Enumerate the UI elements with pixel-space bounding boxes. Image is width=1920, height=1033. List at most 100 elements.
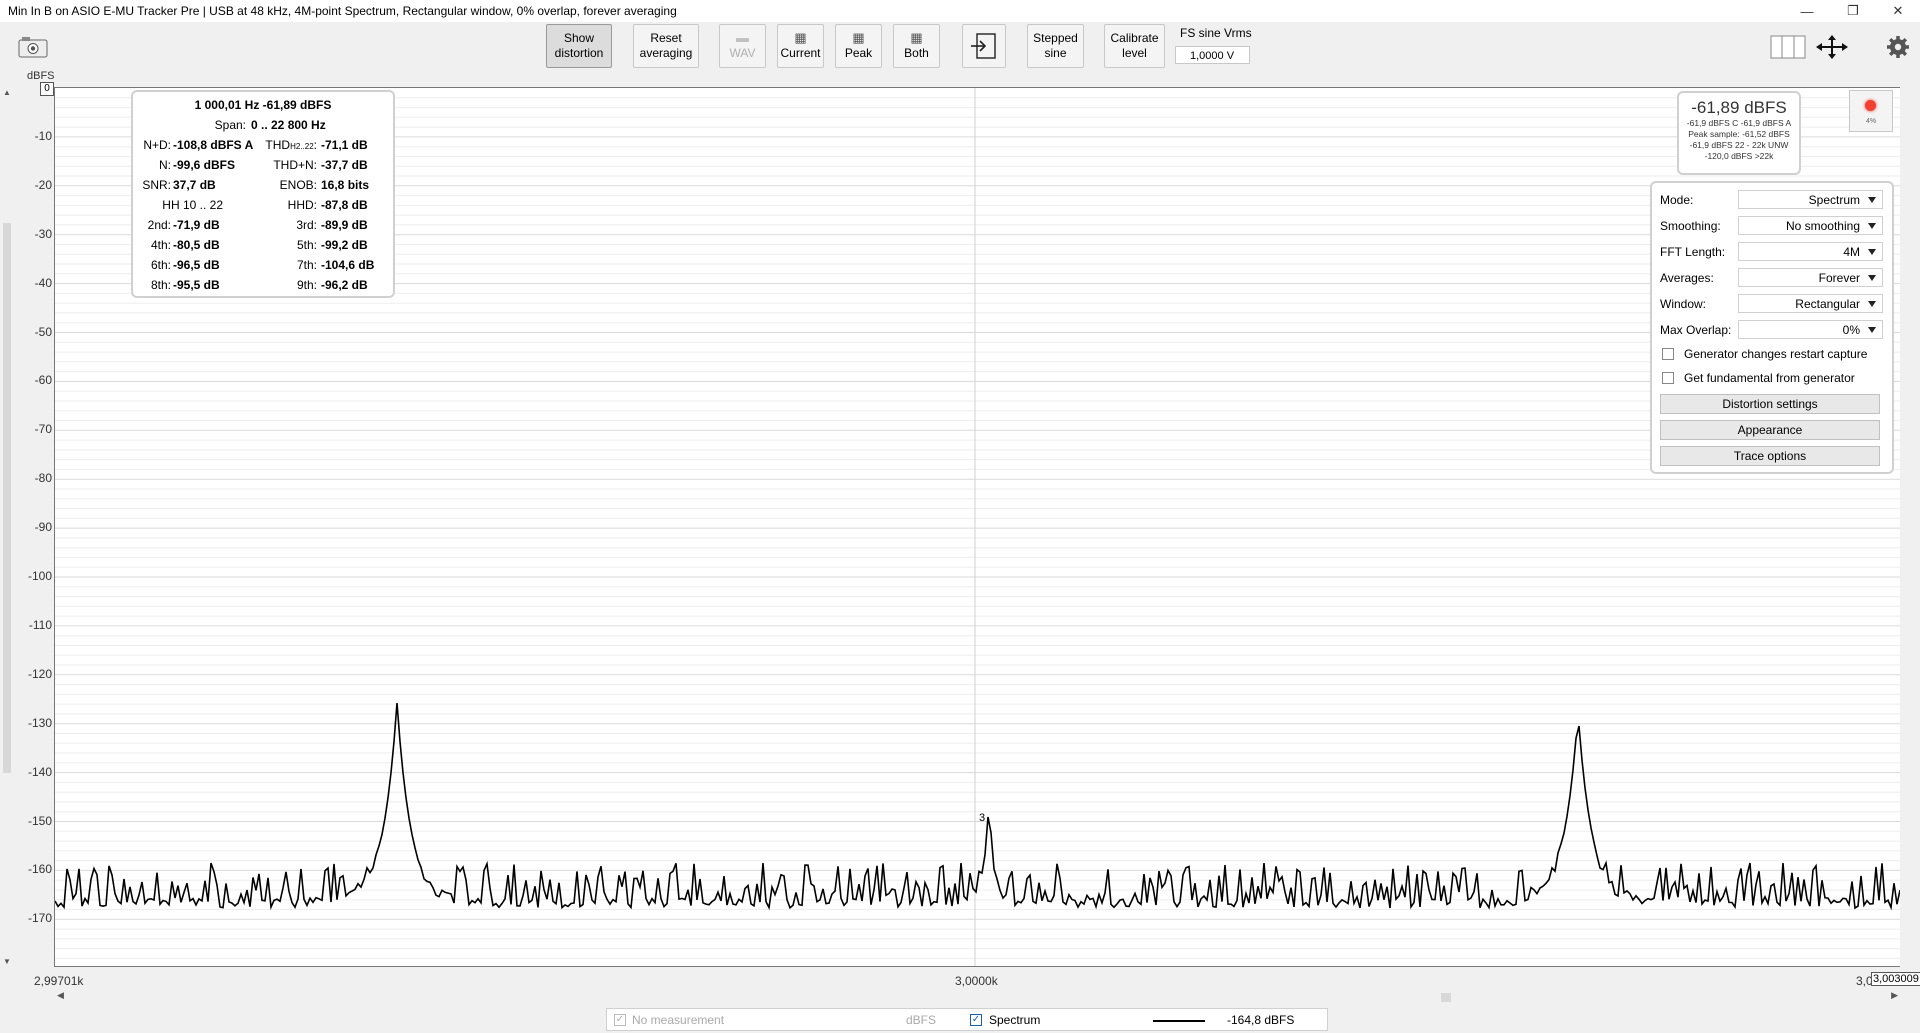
- h8-label: 8th:: [150, 278, 171, 292]
- hhd-value: -87,8 dB: [321, 198, 368, 212]
- y-tick-label: -60: [34, 373, 52, 388]
- reset-averaging-button[interactable]: Reset averaging: [633, 24, 699, 68]
- scroll-down-icon[interactable]: ▼: [3, 957, 11, 966]
- level-main-value: -61,89 dBFS: [1691, 98, 1787, 117]
- stepped-sine-button[interactable]: Stepped sine: [1027, 24, 1084, 68]
- fundamental-from-generator-checkbox[interactable]: [1662, 372, 1674, 384]
- calibrate-level-button[interactable]: Calibrate level: [1104, 24, 1165, 68]
- no-measurement-checkbox[interactable]: ✓: [614, 1014, 626, 1026]
- hhd-label: HHD:: [287, 198, 317, 212]
- scroll-right-icon[interactable]: ▶: [1891, 990, 1898, 1001]
- h5-value: -99,2 dB: [321, 238, 368, 252]
- generator-restart-checkbox[interactable]: [1662, 348, 1674, 360]
- window-label: Window:: [1660, 297, 1707, 311]
- hh-range-label: HH 10 .. 22: [162, 198, 223, 212]
- x-axis-cursor-box[interactable]: 3,003009: [1871, 972, 1920, 986]
- generator-restart-label: Generator changes restart capture: [1684, 347, 1868, 361]
- snr-value: 37,7 dB: [173, 178, 216, 192]
- y-tick-label: -150: [27, 813, 52, 828]
- appearance-button[interactable]: Appearance: [1660, 420, 1880, 440]
- y-tick-label: -30: [34, 226, 52, 241]
- max-overlap-select[interactable]: 0%: [1738, 320, 1883, 339]
- thdn-value: -37,7 dB: [321, 158, 368, 172]
- vertical-scroll-thumb[interactable]: [3, 223, 11, 773]
- import-button[interactable]: [962, 24, 1006, 68]
- h9-value: -96,2 dB: [321, 278, 368, 292]
- fundamental-header: 1 000,01 Hz -61,89 dBFS: [194, 98, 332, 112]
- h3-value: -89,9 dB: [321, 218, 368, 232]
- camera-icon[interactable]: [18, 36, 48, 58]
- level-peak-sample: Peak sample: -61,52 dBFS: [1688, 129, 1790, 139]
- legend-unit: dBFS: [906, 1013, 937, 1027]
- trace-line-sample: [1153, 1020, 1205, 1022]
- record-button[interactable]: 4%: [1849, 90, 1893, 132]
- current-button[interactable]: ▦ Current: [777, 24, 824, 68]
- h9-label: 9th:: [296, 278, 317, 292]
- fs-sine-input[interactable]: 1,0000 V: [1175, 46, 1250, 64]
- both-button[interactable]: ▦ Both: [893, 24, 940, 68]
- mode-label: Mode:: [1660, 193, 1694, 207]
- y-tick-label: -80: [34, 471, 52, 486]
- n-value: -99,6 dBFS: [173, 158, 236, 172]
- close-button[interactable]: ✕: [1876, 0, 1920, 22]
- minimize-button[interactable]: —: [1785, 0, 1829, 22]
- level-unweighted: -61,9 dBFS 22 - 22k UNW: [1689, 140, 1789, 150]
- chevron-down-icon: [1868, 197, 1876, 203]
- nd-label: N+D:: [143, 138, 171, 152]
- level-weighted: -61,9 dBFS C -61,9 dBFS A: [1686, 118, 1792, 128]
- averages-select[interactable]: Forever: [1738, 268, 1883, 287]
- level-meter: -61,89 dBFS -61,9 dBFS C -61,9 dBFS A Pe…: [1677, 91, 1801, 175]
- y-tick-label: -50: [34, 324, 52, 339]
- chevron-down-icon: [1868, 249, 1876, 255]
- span-value: 0 .. 22 800 Hz: [251, 118, 326, 132]
- smoothing-label: Smoothing:: [1660, 219, 1721, 233]
- horizontal-scroll-thumb[interactable]: [1441, 993, 1451, 1002]
- h2-label: 2nd:: [147, 218, 171, 232]
- fft-length-select[interactable]: 4M: [1738, 242, 1883, 261]
- save-icon: ▦: [910, 30, 923, 45]
- save-icon: ▦: [794, 30, 807, 45]
- trace-options-button[interactable]: Trace options: [1660, 446, 1880, 466]
- chevron-down-icon: [1868, 275, 1876, 281]
- window-select[interactable]: Rectangular: [1738, 294, 1883, 313]
- chevron-down-icon: [1868, 301, 1876, 307]
- scroll-left-icon[interactable]: ◀: [57, 990, 64, 1001]
- record-icon: [1865, 100, 1876, 111]
- fs-sine-label: FS sine Vrms: [1180, 26, 1252, 40]
- y-tick-label: -170: [27, 911, 52, 926]
- y-tick-label: -110: [28, 617, 52, 632]
- h6-value: -96,5 dB: [173, 258, 220, 272]
- restore-button[interactable]: ❐: [1831, 0, 1875, 22]
- layout-icon[interactable]: [1770, 34, 1806, 60]
- show-distortion-button[interactable]: Show distortion: [546, 24, 612, 68]
- peak-button[interactable]: ▦ Peak: [835, 24, 882, 68]
- smoothing-select[interactable]: No smoothing: [1738, 216, 1883, 235]
- nd-value: -108,8 dBFS A: [173, 138, 254, 152]
- pan-zoom-icon[interactable]: [1814, 34, 1850, 60]
- horizontal-scrollbar[interactable]: ◀ ▶: [55, 990, 1900, 1004]
- title-bar: Min In B on ASIO E-MU Tracker Pre | USB …: [0, 0, 1920, 22]
- h4-label: 4th:: [150, 238, 171, 252]
- save-icon: ▦: [852, 30, 865, 45]
- peak-marker-label: 3: [979, 812, 986, 824]
- h7-value: -104,6 dB: [321, 258, 375, 272]
- averages-label: Averages:: [1660, 271, 1714, 285]
- enob-label: ENOB:: [279, 178, 317, 192]
- mode-select[interactable]: Spectrum: [1738, 190, 1883, 209]
- x-tick-left: 2,99701k: [34, 974, 84, 988]
- wav-button[interactable]: ▬ WAV: [719, 24, 766, 68]
- spectrum-checkbox[interactable]: ✓: [970, 1014, 982, 1026]
- y-tick-label: -140: [27, 764, 52, 779]
- thd-label: THDH2..22:: [265, 138, 317, 152]
- gear-icon[interactable]: [1886, 35, 1910, 59]
- scroll-up-icon[interactable]: ▲: [3, 88, 11, 97]
- distortion-info-box: 1 000,01 Hz -61,89 dBFS Span: 0 .. 22 80…: [131, 90, 395, 298]
- y-axis-top-box[interactable]: 0: [40, 82, 54, 96]
- y-tick-label: -130: [27, 715, 52, 730]
- y-axis-unit: dBFS: [27, 70, 55, 82]
- trace-legend: ✓ No measurement dBFS ✓ Spectrum -164,8 …: [606, 1008, 1328, 1031]
- vertical-scrollbar[interactable]: ▲ ▼: [2, 88, 12, 966]
- no-measurement-label: No measurement: [632, 1013, 725, 1027]
- y-tick-label: -160: [27, 862, 52, 877]
- distortion-settings-button[interactable]: Distortion settings: [1660, 394, 1880, 414]
